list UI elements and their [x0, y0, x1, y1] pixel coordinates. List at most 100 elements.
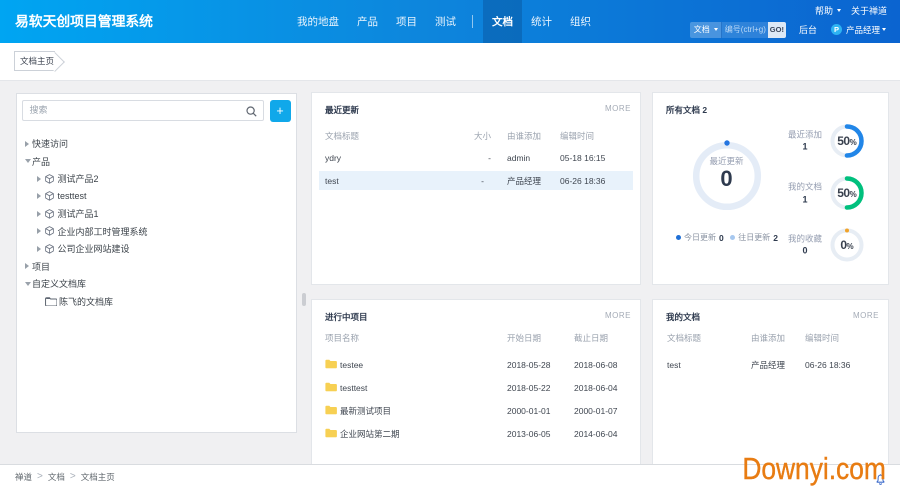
add-library-button[interactable]: +: [269, 100, 291, 122]
product-icon: [45, 243, 54, 254]
search-icon: [245, 105, 257, 117]
tree-item[interactable]: 自定义文档库: [17, 275, 296, 293]
nav-item-1[interactable]: 我的地盘: [288, 0, 348, 43]
tree-item[interactable]: 快速访问: [17, 135, 296, 153]
search-module-dropdown[interactable]: 文档: [689, 22, 721, 38]
doc-title[interactable]: ydry: [325, 153, 341, 163]
search-input[interactable]: 搜索: [21, 100, 264, 121]
content-area: 搜索 + 快速访问 产品 测试产品2 testtest 测试产品1 企业内部工时管理系统公…: [0, 82, 900, 464]
doc-title[interactable]: test: [325, 176, 339, 186]
column-header: 文档标题: [325, 131, 360, 141]
project-end: 2018-06-08: [574, 360, 618, 370]
doc-author: 产品经理: [751, 360, 786, 370]
chevron-down-icon: [836, 9, 841, 12]
caret-down-icon[interactable]: [25, 281, 32, 286]
tree-item-label: 公司企业网站建设: [57, 244, 130, 255]
caret-right-icon[interactable]: [25, 263, 32, 270]
project-end: 2018-06-04: [574, 383, 618, 393]
top-navbar: 易软天创项目管理系统 我的地盘 产品 项目 测试 文档 统计 组织 帮助 关于禅道 文档 编…: [0, 0, 900, 43]
nav-item-6[interactable]: 统计: [522, 0, 561, 43]
product-icon: [45, 208, 54, 219]
quick-search-input[interactable]: 编号(ctrl+g): [720, 22, 768, 38]
folder-icon: [325, 359, 337, 370]
nav-item-3[interactable]: 项目: [387, 0, 426, 43]
avatar[interactable]: P: [830, 24, 842, 36]
tree-item[interactable]: 公司企业网站建设: [17, 240, 296, 258]
card-recent-updates: 最近更新 MORE 文档标题 大小 由谁添加 编辑时间 ydry - admin 05-18…: [311, 92, 641, 285]
table-body: testee 2018-05-28 2018-06-08 testtest 2018-0…: [312, 354, 640, 446]
card-all-docs: 所有文档 2 最近更新 0 今日更新 0 往日更新 2 最近添加 1 50% 我的文档 1 50…: [652, 92, 889, 285]
go-button[interactable]: GO!: [767, 22, 786, 38]
caret-right-icon[interactable]: [36, 175, 44, 182]
user-menu[interactable]: 产品经理: [846, 24, 880, 36]
folder-icon: [325, 428, 337, 439]
column-header: 开始日期: [507, 333, 542, 343]
tree-item-label: 企业内部工时管理系统: [57, 226, 148, 237]
doc-title[interactable]: test: [667, 360, 681, 370]
tab-doc-home[interactable]: 文档主页: [14, 51, 56, 71]
scrollbar-thumb[interactable]: [302, 293, 306, 306]
doc-row[interactable]: test 产品经理 06-26 18:36: [653, 354, 888, 377]
column-header: 文档标题: [667, 333, 702, 343]
nav-item-5[interactable]: 文档: [483, 0, 522, 43]
tree-item[interactable]: 企业内部工时管理系统: [17, 223, 296, 241]
card-my-docs: 我的文档 MORE 文档标题 由谁添加 编辑时间 test 产品经理 06-26 18:…: [652, 299, 889, 464]
project-row[interactable]: testtest 2018-05-22 2018-06-04: [312, 377, 640, 400]
doc-row[interactable]: ydry - admin 05-18 16:15: [312, 147, 640, 169]
about-link[interactable]: 关于禅道: [851, 4, 887, 17]
doc-time: 05-18 16:15: [560, 153, 606, 164]
project-row[interactable]: 企业网站第二期 2013-06-05 2014-06-04: [312, 423, 640, 446]
stat-2: 我的文档 1 50%: [651, 175, 888, 211]
more-link[interactable]: MORE: [853, 311, 879, 320]
more-link[interactable]: MORE: [605, 311, 631, 320]
help-menu[interactable]: 帮助: [815, 4, 841, 17]
breadcrumb-item[interactable]: 禅道: [15, 471, 32, 483]
caret-down-icon[interactable]: [25, 159, 32, 164]
doc-time: 06-26 18:36: [805, 360, 851, 370]
tree-item-label: testtest: [57, 191, 87, 202]
project-row[interactable]: testee 2018-05-28 2018-06-08: [312, 354, 640, 377]
tree-item[interactable]: 项目: [17, 258, 296, 276]
stat-label: 我的收藏: [787, 232, 822, 243]
stat-label: 我的文档: [787, 181, 822, 192]
stat-1: 最近添加 1 50%: [651, 123, 888, 159]
tree-item-label: 产品: [32, 156, 51, 167]
project-row[interactable]: 最新测试项目 2000-01-01 2000-01-07: [312, 400, 640, 423]
breadcrumb-item[interactable]: 文档: [48, 471, 65, 483]
tree-item[interactable]: testtest: [17, 188, 296, 206]
quick-search-group: 文档 编号(ctrl+g) GO!: [689, 22, 786, 38]
caret-right-icon[interactable]: [36, 210, 44, 217]
more-link[interactable]: MORE: [605, 104, 631, 113]
caret-right-icon[interactable]: [36, 245, 44, 252]
nav-item-7[interactable]: 组织: [561, 0, 600, 43]
caret-right-icon[interactable]: [36, 193, 44, 200]
product-icon: [45, 173, 54, 184]
column-header: 由谁添加: [507, 131, 542, 141]
doc-size: -: [481, 175, 484, 186]
column-header: 截止日期: [574, 333, 609, 343]
project-name[interactable]: testee: [340, 360, 363, 370]
card-title: 进行中项目: [325, 311, 368, 322]
tree-item[interactable]: 测试产品1: [17, 205, 296, 223]
header-tools-row: 文档 编号(ctrl+g) GO! 后台 P 产品经理: [689, 22, 886, 38]
nav-item-4[interactable]: 测试: [426, 0, 465, 43]
project-name[interactable]: 最新测试项目: [340, 405, 391, 417]
admin-link[interactable]: 后台: [799, 23, 817, 36]
tree-item-label: 陈飞的文档库: [59, 296, 114, 307]
stat-ring: 50%: [829, 175, 865, 211]
project-name[interactable]: testtest: [340, 383, 367, 393]
doc-tree: 快速访问产品测试产品2 testtest 测试产品1 企业内部工时管理系统 公司企业网站…: [17, 135, 296, 310]
tree-item[interactable]: 产品: [17, 153, 296, 171]
nav-item-2[interactable]: 产品: [348, 0, 387, 43]
main-nav: 我的地盘 产品 项目 测试 文档 统计 组织: [288, 0, 600, 43]
stat-label: 最近添加: [787, 128, 822, 139]
tree-item[interactable]: 测试产品2: [17, 170, 296, 188]
search-placeholder: 搜索: [29, 105, 48, 115]
table-header: 文档标题 由谁添加 编辑时间: [653, 330, 888, 346]
caret-right-icon[interactable]: [25, 140, 32, 147]
doc-row[interactable]: test - 产品经理 06-26 18:36: [319, 169, 633, 191]
project-name[interactable]: 企业网站第二期: [340, 428, 400, 440]
caret-right-icon[interactable]: [36, 228, 44, 235]
tree-item[interactable]: 陈飞的文档库: [17, 293, 296, 311]
stat-percent: 50: [837, 186, 850, 200]
